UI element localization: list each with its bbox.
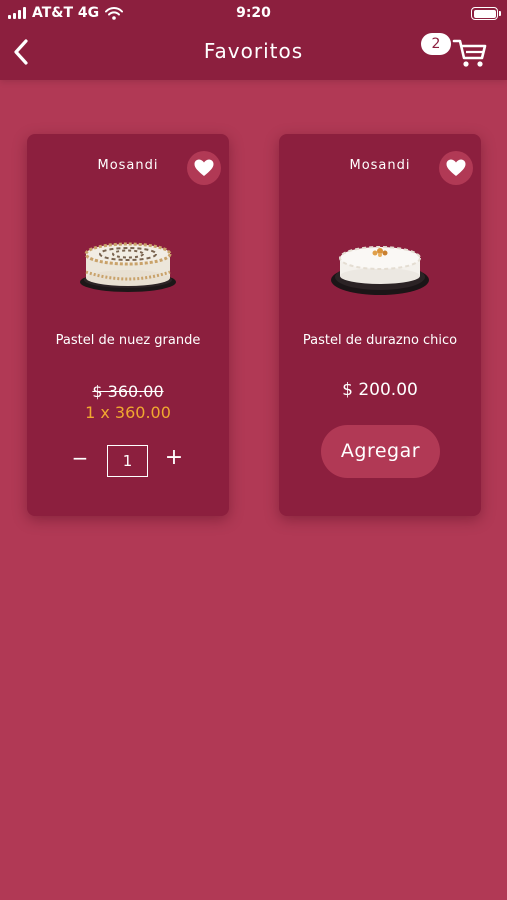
product-price: $ 200.00 bbox=[342, 380, 418, 400]
quantity-field[interactable]: 1 bbox=[107, 445, 148, 477]
quantity-price: 1 x 360.00 bbox=[85, 403, 171, 422]
product-image bbox=[80, 242, 176, 292]
favorite-button[interactable] bbox=[439, 151, 473, 185]
decrease-quantity-button[interactable]: − bbox=[68, 444, 92, 472]
cart-count-badge: 2 bbox=[421, 33, 451, 55]
cart-icon bbox=[452, 39, 487, 67]
product-card[interactable]: Mosandi Pastel de durazno chico $ 200.00… bbox=[279, 134, 481, 516]
heart-icon bbox=[446, 159, 466, 176]
increase-quantity-button[interactable]: + bbox=[162, 444, 186, 472]
product-image bbox=[331, 246, 429, 295]
status-time: 9:20 bbox=[236, 5, 271, 21]
product-name: Pastel de nuez grande bbox=[55, 333, 201, 348]
product-card[interactable]: Mosandi Pastel de nuez grande $ 360.00 1… bbox=[27, 134, 229, 516]
status-bar: AT&T 4G 9:20 bbox=[0, 0, 507, 28]
favorite-button[interactable] bbox=[187, 151, 221, 185]
top-bar: AT&T 4G 9:20 Favoritos 2 bbox=[0, 0, 507, 80]
original-price: $ 360.00 bbox=[92, 382, 164, 401]
add-to-cart-button[interactable]: Agregar bbox=[321, 425, 440, 478]
product-name: Pastel de durazno chico bbox=[302, 333, 458, 348]
battery-icon bbox=[471, 7, 501, 20]
heart-icon bbox=[194, 159, 214, 176]
cart-button[interactable] bbox=[452, 36, 488, 70]
